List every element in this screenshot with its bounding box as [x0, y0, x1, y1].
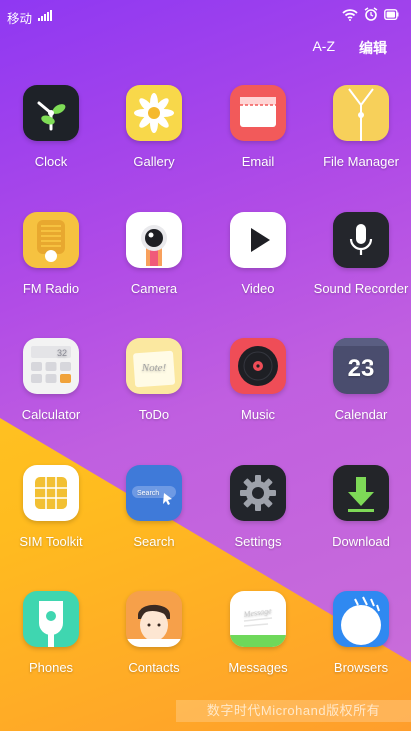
music-disc-icon — [230, 338, 286, 394]
app-calculator[interactable]: 32 Calculator — [1, 338, 101, 422]
message-note-text: Message — [242, 606, 272, 619]
folder-icon — [333, 85, 389, 141]
calc-display-text: 32 — [57, 348, 67, 358]
app-gallery[interactable]: Gallery — [104, 85, 204, 169]
sim-card-icon — [23, 465, 79, 521]
download-icon — [333, 465, 389, 521]
app-clock[interactable]: Clock — [1, 85, 101, 169]
signal-icon — [38, 10, 52, 21]
app-label: Settings — [234, 534, 282, 549]
search-icon: Search — [126, 465, 182, 521]
app-music[interactable]: Music — [208, 338, 308, 422]
app-label: Sound Recorder — [313, 281, 409, 296]
email-icon — [230, 85, 286, 141]
microphone-icon — [333, 212, 389, 268]
top-bar: A-Z 编辑 — [312, 38, 387, 58]
app-camera[interactable]: Camera — [104, 212, 204, 296]
app-phones[interactable]: Phones — [1, 591, 101, 675]
app-label: Clock — [34, 154, 68, 169]
app-label: Download — [332, 534, 390, 549]
app-label: Contacts — [128, 660, 180, 675]
camera-icon — [126, 212, 182, 268]
app-fm-radio[interactable]: FM Radio — [1, 212, 101, 296]
radio-icon — [23, 212, 79, 268]
app-label: Video — [241, 281, 275, 296]
todo-note-text: Note! — [141, 362, 167, 374]
play-icon — [230, 212, 286, 268]
app-sound-recorder[interactable]: Sound Recorder — [311, 212, 411, 296]
app-label: Search — [133, 534, 175, 549]
app-contacts[interactable]: Contacts — [104, 591, 204, 675]
app-label: Camera — [130, 281, 178, 296]
phone-icon — [23, 591, 79, 647]
app-label: FM Radio — [22, 281, 80, 296]
app-calendar[interactable]: 23 Calendar — [311, 338, 411, 422]
app-label: Calendar — [334, 407, 388, 422]
browser-icon — [333, 591, 389, 647]
app-label: File Manager — [323, 154, 399, 169]
app-video[interactable]: Video — [208, 212, 308, 296]
wifi-icon — [342, 8, 358, 21]
contact-icon — [126, 591, 182, 647]
app-label: Messages — [228, 660, 288, 675]
gear-icon — [230, 465, 286, 521]
app-email[interactable]: Email — [208, 85, 308, 169]
status-bar: 移动 — [0, 0, 411, 30]
search-box-text: Search — [137, 490, 159, 497]
app-label: Phones — [28, 660, 74, 675]
battery-icon — [384, 8, 399, 20]
edit-button[interactable]: 编辑 — [359, 38, 387, 58]
app-label: Browsers — [333, 660, 389, 675]
sort-az-button[interactable]: A-Z — [312, 38, 335, 58]
app-todo[interactable]: Note! ToDo — [104, 338, 204, 422]
gallery-icon — [126, 85, 182, 141]
watermark: 数字时代Microhand版权所有 — [176, 700, 411, 722]
messages-icon: Message — [230, 591, 286, 647]
app-file-manager[interactable]: File Manager — [311, 85, 411, 169]
app-download[interactable]: Download — [311, 465, 411, 549]
calendar-day-text: 23 — [348, 355, 375, 382]
alarm-icon — [364, 7, 378, 21]
note-icon: Note! — [126, 338, 182, 394]
app-label: ToDo — [138, 407, 170, 422]
app-label: Music — [241, 407, 275, 422]
app-browsers[interactable]: Browsers — [311, 591, 411, 675]
app-search[interactable]: Search Search — [104, 465, 204, 549]
app-label: Gallery — [133, 154, 175, 169]
clock-icon — [23, 85, 79, 141]
app-label: Email — [241, 154, 275, 169]
app-settings[interactable]: Settings — [208, 465, 308, 549]
app-messages[interactable]: Message Messages — [208, 591, 308, 675]
carrier-label: 移动 — [7, 12, 33, 26]
app-label: SIM Toolkit — [19, 534, 83, 549]
calendar-icon: 23 — [333, 338, 389, 394]
calculator-icon: 32 — [23, 338, 79, 394]
app-sim-toolkit[interactable]: SIM Toolkit — [1, 465, 101, 549]
app-label: Calculator — [21, 407, 81, 422]
